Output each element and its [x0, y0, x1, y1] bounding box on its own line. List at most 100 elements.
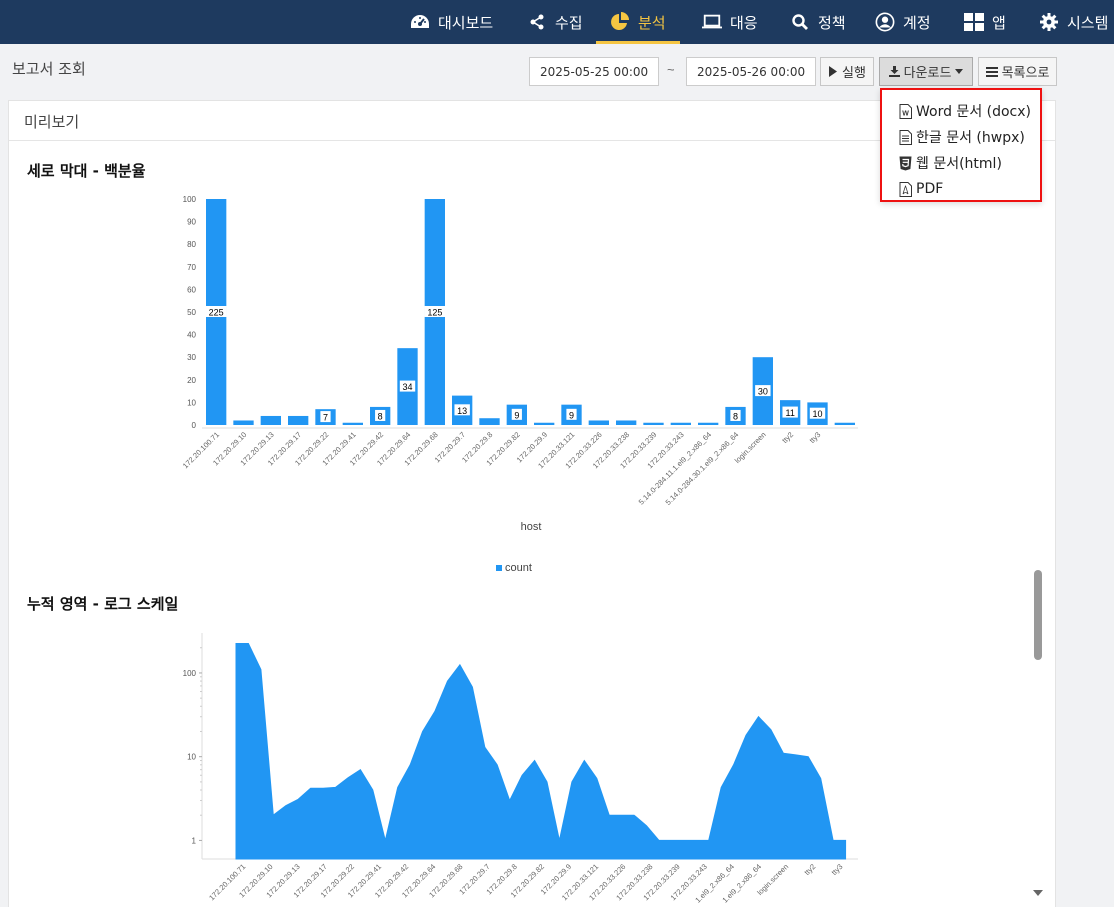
area-chart: 110100172.20.100.71172.20.29.10172.20.29…: [183, 633, 858, 905]
nav-item-7[interactable]: 시스템: [1039, 0, 1108, 44]
legend-label: count: [505, 562, 532, 574]
bar: [670, 422, 691, 425]
bar-chart: 0 10 20 30 40 50 60 70 80 90 100 225 7 8 34 125 13 9 9 8 30 1…: [181, 195, 858, 574]
y-tick-label: 30: [187, 353, 196, 362]
run-button[interactable]: 실행: [820, 57, 874, 86]
bar: [288, 415, 309, 425]
y-tick-label: 10: [187, 753, 196, 762]
bar: [479, 418, 500, 425]
start-date-input[interactable]: [529, 57, 659, 86]
bar-data-label: 30: [758, 387, 768, 397]
download-menu-item-1[interactable]: 한글 문서 (hwpx): [882, 124, 1040, 150]
download-icon: [888, 66, 900, 77]
x-tick-label: tty2: [802, 862, 817, 877]
laptop-icon: [702, 12, 722, 32]
y-tick-label: 1: [192, 836, 197, 845]
bar-data-label: 225: [209, 308, 224, 318]
nav-item-5[interactable]: 계정: [875, 0, 931, 44]
y-tick-label: 40: [187, 331, 196, 340]
bar: [643, 422, 664, 425]
back-to-list-button[interactable]: 목록으로: [978, 57, 1057, 86]
nav-item-4[interactable]: 정책: [790, 0, 846, 44]
nav-item-2[interactable]: 분석: [596, 0, 680, 44]
nav-item-label: 대시보드: [438, 13, 494, 32]
download-menu-item-label: PDF: [916, 181, 944, 197]
bar-data-label: 125: [427, 308, 442, 318]
download-button-label: 다운로드: [903, 66, 952, 81]
play-icon: [829, 66, 838, 77]
y-tick-label: 20: [187, 376, 196, 385]
page-title: 보고서 조회: [12, 60, 86, 78]
back-to-list-label: 목록으로: [1001, 66, 1050, 81]
run-button-label: 실행: [842, 66, 866, 81]
nav-item-label: 대응: [730, 13, 758, 32]
download-dropdown-menu: W Word 문서 (docx) 한글 문서 (hwpx) 웹 문서(html) PDF: [880, 88, 1042, 202]
word-file-icon: W: [899, 103, 912, 119]
bar: [834, 422, 855, 425]
list-icon: [985, 66, 998, 77]
bar-data-label: 8: [378, 411, 383, 421]
scroll-down-arrow[interactable]: [1033, 890, 1043, 896]
nav-item-label: 앱: [992, 13, 1006, 32]
download-menu-item-2[interactable]: 웹 문서(html): [882, 150, 1040, 176]
y-tick-label: 80: [187, 240, 196, 249]
bar-data-label: 9: [514, 410, 519, 420]
date-separator: ~: [667, 62, 675, 77]
pdf-file-icon: [899, 181, 912, 197]
bar-chart-title: 세로 막대 - 백분율: [27, 162, 146, 180]
y-tick-label: 100: [183, 195, 197, 204]
y-tick-label: 100: [183, 669, 197, 678]
area-series: [235, 643, 847, 860]
text-file-icon: [899, 129, 912, 145]
top-navigation: 대시보드 수집 분석 대응 정책 계정 앱 시스템: [0, 0, 1114, 44]
x-tick-label: tty3: [830, 862, 845, 877]
bar: [342, 422, 363, 425]
bar: [698, 422, 719, 425]
y-tick-label: 70: [187, 263, 196, 272]
nav-item-label: 시스템: [1067, 13, 1109, 32]
y-tick-label: 10: [187, 398, 196, 407]
dashboard-icon: [410, 12, 430, 32]
bar: [233, 420, 254, 425]
y-tick-label: 50: [187, 308, 196, 317]
legend-swatch: [496, 565, 502, 571]
bar-data-label: 8: [733, 411, 738, 421]
html5-icon: [899, 156, 912, 171]
user-circle-icon: [875, 12, 895, 32]
bar: [534, 422, 555, 425]
download-menu-item-0[interactable]: W Word 문서 (docx): [882, 98, 1040, 124]
bar-data-label: 11: [785, 408, 794, 418]
svg-text:W: W: [902, 110, 909, 117]
bar: [260, 415, 281, 425]
download-button[interactable]: 다운로드: [879, 57, 973, 86]
nav-item-3[interactable]: 대응: [702, 0, 758, 44]
nav-item-label: 분석: [638, 13, 666, 32]
area-chart-title: 누적 영역 - 로그 스케일: [27, 595, 179, 613]
scrollbar-thumb[interactable]: [1034, 570, 1042, 660]
bar-data-label: 9: [569, 410, 574, 420]
nav-item-1[interactable]: 수집: [527, 0, 583, 44]
bar-data-label: 13: [457, 406, 467, 416]
search-icon: [790, 12, 810, 32]
x-tick-label: tty3: [807, 430, 822, 445]
pie-chart-icon: [610, 12, 630, 32]
bar-data-label: 10: [812, 409, 822, 419]
nav-item-0[interactable]: 대시보드: [410, 0, 493, 44]
download-menu-item-label: 한글 문서 (hwpx): [916, 130, 1025, 146]
nav-item-label: 계정: [903, 13, 931, 32]
bar-data-label: 34: [402, 382, 412, 392]
download-menu-item-3[interactable]: PDF: [882, 176, 1040, 202]
bar-data-label: 7: [323, 413, 328, 423]
caret-down-icon: [955, 69, 964, 74]
x-tick-label: tty2: [780, 430, 795, 445]
nav-item-6[interactable]: 앱: [964, 0, 1006, 44]
x-axis-title: host: [521, 521, 542, 533]
end-date-input[interactable]: [686, 57, 816, 86]
y-tick-label: 0: [192, 421, 197, 430]
download-menu-item-label: Word 문서 (docx): [916, 104, 1032, 120]
y-tick-label: 90: [187, 218, 196, 227]
grid-icon: [964, 12, 984, 32]
nav-item-label: 수집: [555, 13, 583, 32]
bar: [616, 420, 637, 425]
nav-item-label: 정책: [818, 13, 846, 32]
